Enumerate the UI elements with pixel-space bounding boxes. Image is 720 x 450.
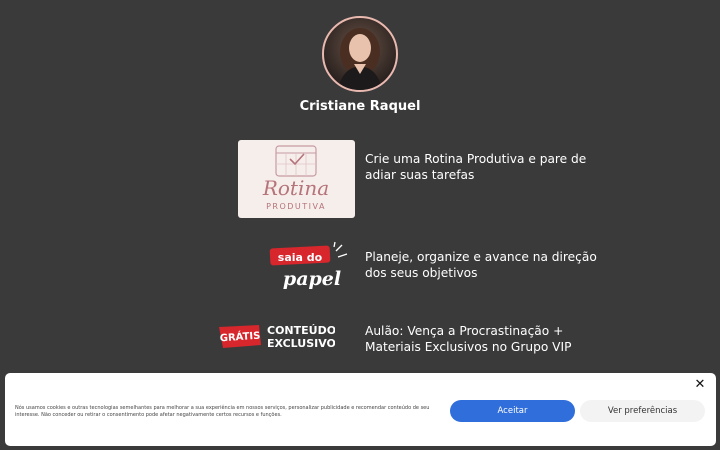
link-rotina-produtiva[interactable]: Rotina PRODUTIVA Crie uma Rotina Produti… — [0, 140, 720, 220]
exclusivo-text: EXCLUSIVO — [267, 337, 335, 350]
cookie-consent-banner: ✕ Nós usamos cookies e outras tecnologia… — [5, 373, 716, 446]
profile-name: Cristiane Raquel — [299, 99, 421, 114]
profile-avatar — [322, 16, 398, 92]
saia-do-text: saia do — [278, 251, 323, 264]
papel-text: papel — [283, 268, 341, 290]
conteudo-text: CONTEÚDO — [267, 324, 335, 337]
link-saia-do-papel[interactable]: saia do papel Planeje, organize e avance… — [0, 238, 720, 318]
accept-cookies-button[interactable]: Aceitar — [450, 400, 575, 422]
conteudo-exclusivo-badge: GRÁTIS CONTEÚDO EXCLUSIVO — [217, 321, 336, 353]
close-icon[interactable]: ✕ — [693, 377, 707, 393]
view-preferences-button[interactable]: Ver preferências — [580, 400, 705, 422]
produtiva-label: PRODUTIVA — [266, 202, 326, 211]
rotina-script: Rotina — [262, 176, 329, 200]
link-text: Crie uma Rotina Produtiva e pare de adia… — [365, 152, 587, 182]
link-text: Planeje, organize e avance na direção do… — [365, 250, 597, 280]
rotina-produtiva-thumbnail: Rotina PRODUTIVA — [238, 140, 355, 218]
link-text: Aulão: Vença a Procrastinação + Materiai… — [365, 324, 572, 354]
saia-do-papel-logo: saia do papel — [268, 241, 352, 293]
cookie-consent-text: Nós usamos cookies e outras tecnologias … — [15, 405, 430, 418]
